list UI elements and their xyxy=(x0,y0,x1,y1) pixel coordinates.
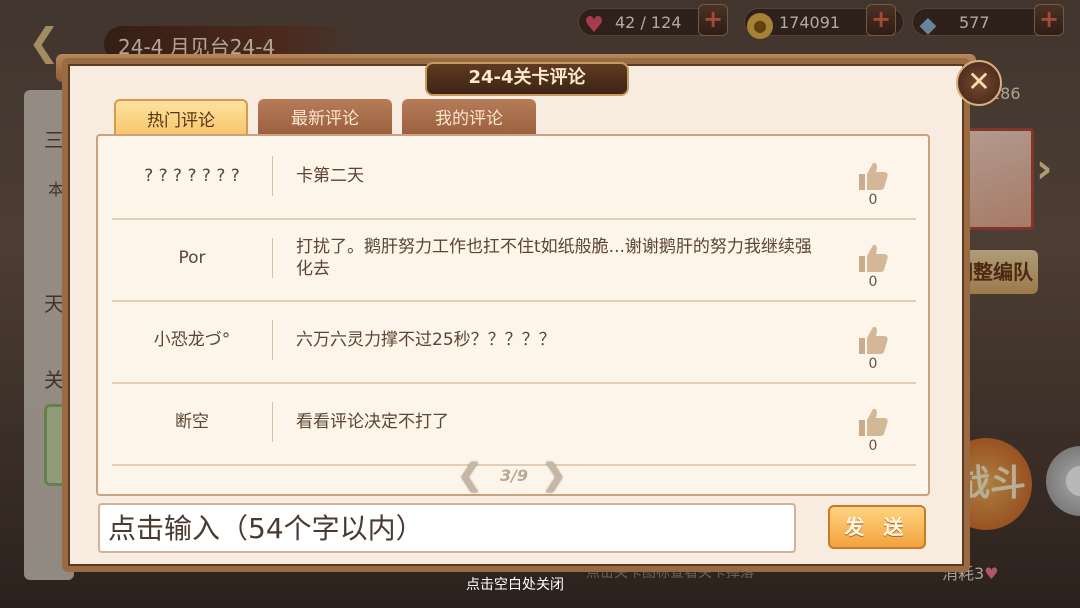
divider xyxy=(272,238,273,278)
close-icon[interactable]: ✕ xyxy=(956,60,1002,106)
pager: ❮ 3/9 ❯ xyxy=(456,460,572,494)
divider xyxy=(272,402,273,442)
comment-row: 小恐龙づ° 六万六灵力撑不过25秒？？？？？ 0 xyxy=(112,300,916,384)
comment-user: 断空 xyxy=(175,412,209,432)
comment-text: 打扰了。鹅肝努力工作也扛不住t如纸般脆...谢谢鹅肝的努力我继续强化去 xyxy=(296,237,812,279)
like-count: 0 xyxy=(868,438,878,454)
like-count: 0 xyxy=(868,192,878,208)
thumbs-up-icon[interactable] xyxy=(856,406,890,438)
thumbs-up-icon[interactable] xyxy=(856,324,890,356)
comment-input[interactable] xyxy=(98,503,796,553)
next-page-icon[interactable]: ❯ xyxy=(540,460,568,494)
comment-row: ? ? ? ? ? ? ? 卡第二天 0 xyxy=(112,136,916,220)
divider xyxy=(272,156,273,196)
close-hint-text: 点击空白处关闭 xyxy=(466,577,564,593)
comment-user: Por xyxy=(178,248,206,268)
tab-hot-comments[interactable]: 热门评论 xyxy=(114,99,248,135)
comment-text: 看看评论决定不打了 xyxy=(296,412,449,432)
tab-latest-comments[interactable]: 最新评论 xyxy=(258,99,392,135)
comment-text: 卡第二天 xyxy=(296,166,364,186)
thumbs-up-icon[interactable] xyxy=(856,160,890,192)
page-indicator: 3/9 xyxy=(499,466,529,485)
tab-my-comments[interactable]: 我的评论 xyxy=(402,99,536,135)
comment-user: 小恐龙づ° xyxy=(153,330,231,350)
comment-user: ? ? ? ? ? ? ? xyxy=(144,166,240,186)
divider xyxy=(272,320,273,360)
comment-text: 六万六灵力撑不过25秒？？？？？ xyxy=(296,330,556,350)
send-button[interactable]: 发 送 xyxy=(828,505,926,549)
comments-list[interactable]: ? ? ? ? ? ? ? 卡第二天 0 Por 打扰了。鹅肝努力工作也扛不住t… xyxy=(96,134,930,496)
comment-row: 断空 看看评论决定不打了 0 xyxy=(112,382,916,466)
like-count: 0 xyxy=(868,356,878,372)
like-count: 0 xyxy=(868,274,878,290)
comment-row: Por 打扰了。鹅肝努力工作也扛不住t如纸般脆...谢谢鹅肝的努力我继续强化去 … xyxy=(112,218,916,302)
prev-page-icon[interactable]: ❮ xyxy=(456,460,484,494)
dialog-title: 24-4关卡评论 xyxy=(425,62,629,96)
thumbs-up-icon[interactable] xyxy=(856,242,890,274)
